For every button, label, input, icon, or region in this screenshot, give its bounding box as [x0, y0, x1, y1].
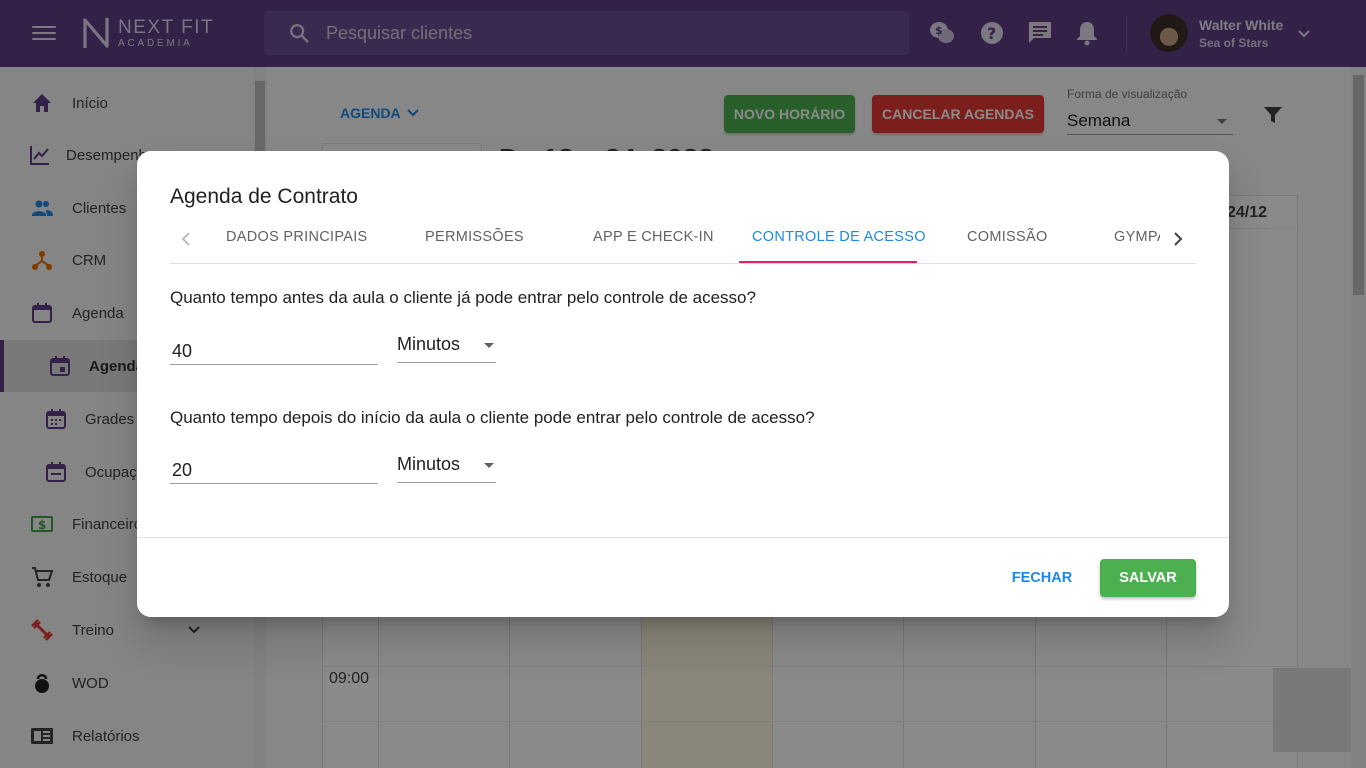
tab-controle-de-acesso[interactable]: CONTROLE DE ACESSO: [752, 229, 926, 245]
tab-app-checkin[interactable]: APP E CHECK-IN: [593, 229, 714, 245]
minutes-after-input[interactable]: [170, 452, 378, 482]
close-button[interactable]: FECHAR: [1003, 560, 1081, 596]
minutes-after-field[interactable]: [170, 452, 378, 484]
active-tab-indicator: [739, 261, 917, 263]
unit-after-value: Minutos: [397, 454, 461, 474]
save-button[interactable]: SALVAR: [1100, 559, 1196, 597]
question-before-class: Quanto tempo antes da aula o cliente já …: [170, 288, 756, 307]
minutes-before-input[interactable]: [170, 333, 378, 363]
dialog-tabs: DADOS PRINCIPAIS PERMISSÕES APP E CHECK-…: [170, 215, 1196, 264]
chevron-right-icon[interactable]: [1166, 227, 1190, 251]
dialog-title: Agenda de Contrato: [170, 185, 358, 208]
tabs-viewport: DADOS PRINCIPAIS PERMISSÕES APP E CHECK-…: [200, 215, 1160, 264]
chevron-left-icon[interactable]: [174, 227, 198, 251]
caret-down-icon: [484, 343, 494, 348]
minutes-before-field[interactable]: [170, 333, 378, 365]
question-after-start: Quanto tempo depois do início da aula o …: [170, 408, 815, 427]
tab-comissao[interactable]: COMISSÃO: [967, 229, 1048, 245]
tab-permissoes[interactable]: PERMISSÕES: [425, 229, 524, 245]
caret-down-icon: [484, 463, 494, 468]
unit-after-select[interactable]: Minutos: [397, 451, 496, 483]
unit-before-value: Minutos: [397, 334, 461, 354]
dialog-actions: FECHAR SALVAR: [137, 537, 1229, 617]
tab-gympass[interactable]: GYMPASS: [1114, 229, 1160, 245]
tab-dados-principais[interactable]: DADOS PRINCIPAIS: [226, 229, 368, 245]
contract-schedule-dialog: Agenda de Contrato DADOS PRINCIPAIS PERM…: [137, 151, 1229, 617]
unit-before-select[interactable]: Minutos: [397, 331, 496, 363]
